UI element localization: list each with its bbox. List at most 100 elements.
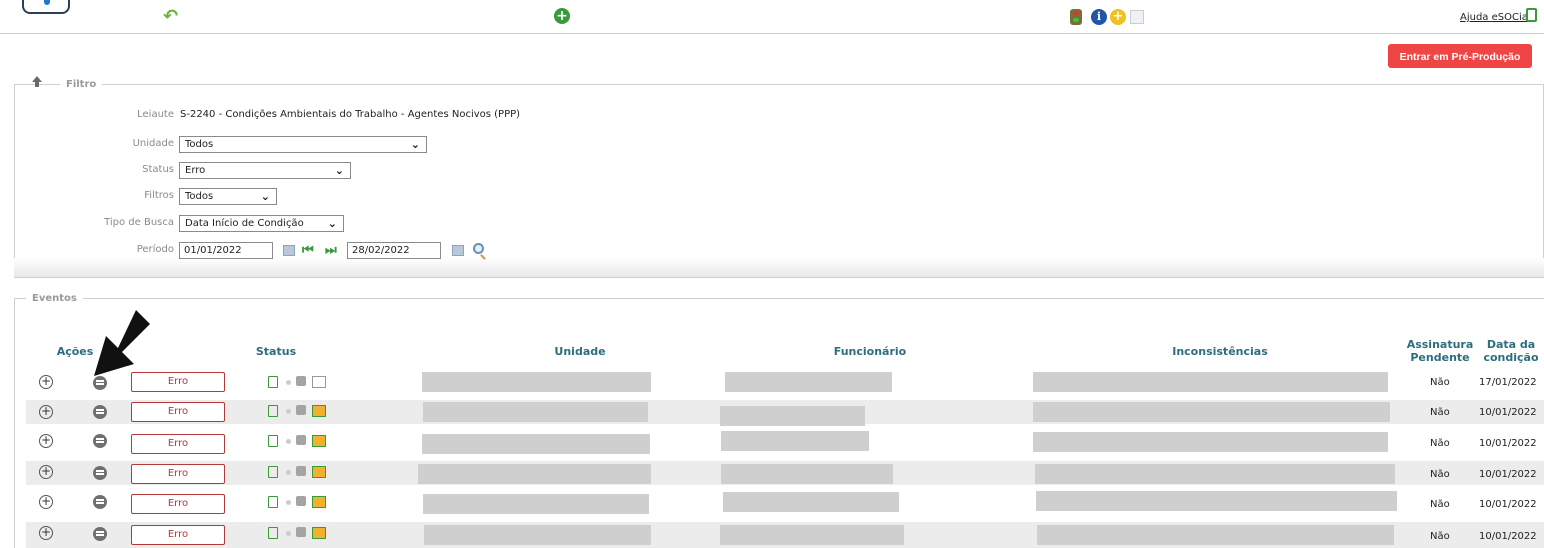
col-data-condicao: Data da condição [1483, 338, 1539, 364]
status-icons [268, 374, 348, 390]
calendar-icon[interactable] [452, 245, 464, 256]
status-select[interactable]: Erro ⌄ [179, 162, 351, 179]
data-value: 17/01/2022 [1479, 377, 1537, 388]
calendar-icon[interactable] [283, 245, 295, 256]
document-icon[interactable] [268, 496, 278, 508]
chevron-down-icon: ⌄ [327, 217, 337, 230]
col-unidade: Unidade [554, 345, 606, 358]
unidade-redacted [422, 372, 651, 392]
back-icon[interactable] [22, 0, 70, 14]
unidade-redacted [423, 494, 649, 514]
document-icon[interactable] [268, 405, 278, 417]
col-assinatura: Assinatura Pendente [1406, 338, 1474, 364]
help-doc-icon[interactable] [1526, 8, 1537, 22]
funcionario-redacted [721, 464, 893, 484]
status-icons [268, 464, 348, 480]
traffic-light-icon[interactable] [1070, 9, 1082, 25]
data-value: 10/01/2022 [1479, 469, 1537, 480]
funcionario-redacted [721, 431, 869, 451]
inconsistencias-redacted [1033, 372, 1388, 392]
unidade-redacted [424, 525, 651, 545]
add-yellow-icon[interactable]: + [1110, 9, 1126, 25]
status-icons [268, 433, 348, 449]
period-start-input[interactable]: 01/01/2022 [179, 242, 273, 259]
menu-icon[interactable] [93, 527, 107, 541]
search-icon[interactable] [473, 243, 484, 254]
document-icon[interactable] [268, 376, 278, 388]
info-icon[interactable]: i [1091, 9, 1107, 25]
certificate-icon[interactable] [296, 466, 306, 476]
status-error-button[interactable]: Erro [131, 402, 225, 422]
certificate-icon[interactable] [296, 405, 306, 415]
toolbar-divider [0, 33, 1544, 34]
menu-icon[interactable] [93, 466, 107, 480]
assinatura-value: Não [1430, 377, 1450, 388]
period-end-input[interactable]: 28/02/2022 [347, 242, 441, 259]
unidade-redacted [423, 402, 648, 422]
next-last-icon[interactable]: ⏭ [325, 244, 337, 257]
status-error-button[interactable]: Erro [131, 434, 225, 454]
document-icon[interactable] [268, 527, 278, 539]
help-link[interactable]: Ajuda eSOCial [1460, 12, 1531, 23]
funcionario-redacted [723, 492, 899, 512]
funcionario-redacted [720, 525, 904, 545]
tipo-busca-label: Tipo de Busca [104, 217, 174, 228]
document-icon[interactable] [1130, 10, 1144, 24]
filtros-select[interactable]: Todos ⌄ [179, 188, 277, 205]
signature-icon[interactable] [286, 470, 291, 475]
plus-circle-icon[interactable]: + [39, 375, 53, 389]
tipo-busca-select[interactable]: Data Início de Condição ⌄ [179, 215, 344, 232]
top-toolbar: ↶ + i + Ajuda eSOCial [0, 0, 1544, 34]
menu-icon[interactable] [93, 434, 107, 448]
signature-icon[interactable] [286, 531, 291, 536]
plus-circle-icon[interactable]: + [39, 495, 53, 509]
signature-icon[interactable] [286, 380, 291, 385]
events-legend: Eventos [26, 293, 83, 304]
certificate-icon[interactable] [296, 496, 306, 506]
plus-circle-icon[interactable]: + [39, 434, 53, 448]
certificate-icon[interactable] [296, 376, 306, 386]
periodo-label: Período [136, 244, 174, 255]
add-icon[interactable]: + [554, 8, 570, 24]
inconsistencias-redacted [1037, 525, 1394, 545]
inconsistencias-redacted [1033, 402, 1390, 422]
data-value: 10/01/2022 [1479, 407, 1537, 418]
menu-icon[interactable] [93, 495, 107, 509]
col-status: Status [255, 345, 297, 358]
signature-icon[interactable] [286, 439, 291, 444]
status-icons [268, 403, 348, 419]
status-error-button[interactable]: Erro [131, 525, 225, 545]
arrow-pointer-icon [94, 310, 150, 376]
document-icon[interactable] [268, 435, 278, 447]
signature-icon[interactable] [286, 500, 291, 505]
document-icon[interactable] [268, 466, 278, 478]
plus-circle-icon[interactable]: + [39, 526, 53, 540]
status-error-button[interactable]: Erro [131, 494, 225, 514]
transmit-icon[interactable] [312, 527, 326, 539]
transmit-icon[interactable] [312, 435, 326, 447]
status-error-button[interactable]: Erro [131, 464, 225, 484]
table-row: + Erro Não 10/01/2022 [26, 430, 1544, 454]
transmit-icon[interactable] [312, 405, 326, 417]
chevron-down-icon: ⌄ [334, 164, 344, 177]
transmit-icon[interactable] [312, 466, 326, 478]
first-prev-icon[interactable]: ⏮ [302, 244, 314, 257]
menu-icon[interactable] [93, 405, 107, 419]
assinatura-value: Não [1430, 407, 1450, 418]
col-inconsistencias: Inconsistências [1172, 345, 1268, 358]
plus-circle-icon[interactable]: + [39, 465, 53, 479]
plus-circle-icon[interactable]: + [39, 405, 53, 419]
filter-legend[interactable]: Filtro [60, 79, 103, 90]
certificate-icon[interactable] [296, 435, 306, 445]
undo-icon[interactable]: ↶ [163, 8, 178, 26]
certificate-icon[interactable] [296, 527, 306, 537]
funcionario-redacted [725, 372, 892, 392]
col-funcionario: Funcionário [833, 345, 907, 358]
signature-icon[interactable] [286, 409, 291, 414]
enter-preproduction-button[interactable]: Entrar em Pré-Produção [1388, 44, 1532, 68]
unidade-select[interactable]: Todos ⌄ [179, 136, 427, 153]
transmit-icon[interactable] [312, 376, 326, 388]
transmit-icon[interactable] [312, 496, 326, 508]
inconsistencias-redacted [1036, 491, 1397, 511]
data-value: 10/01/2022 [1479, 531, 1537, 542]
